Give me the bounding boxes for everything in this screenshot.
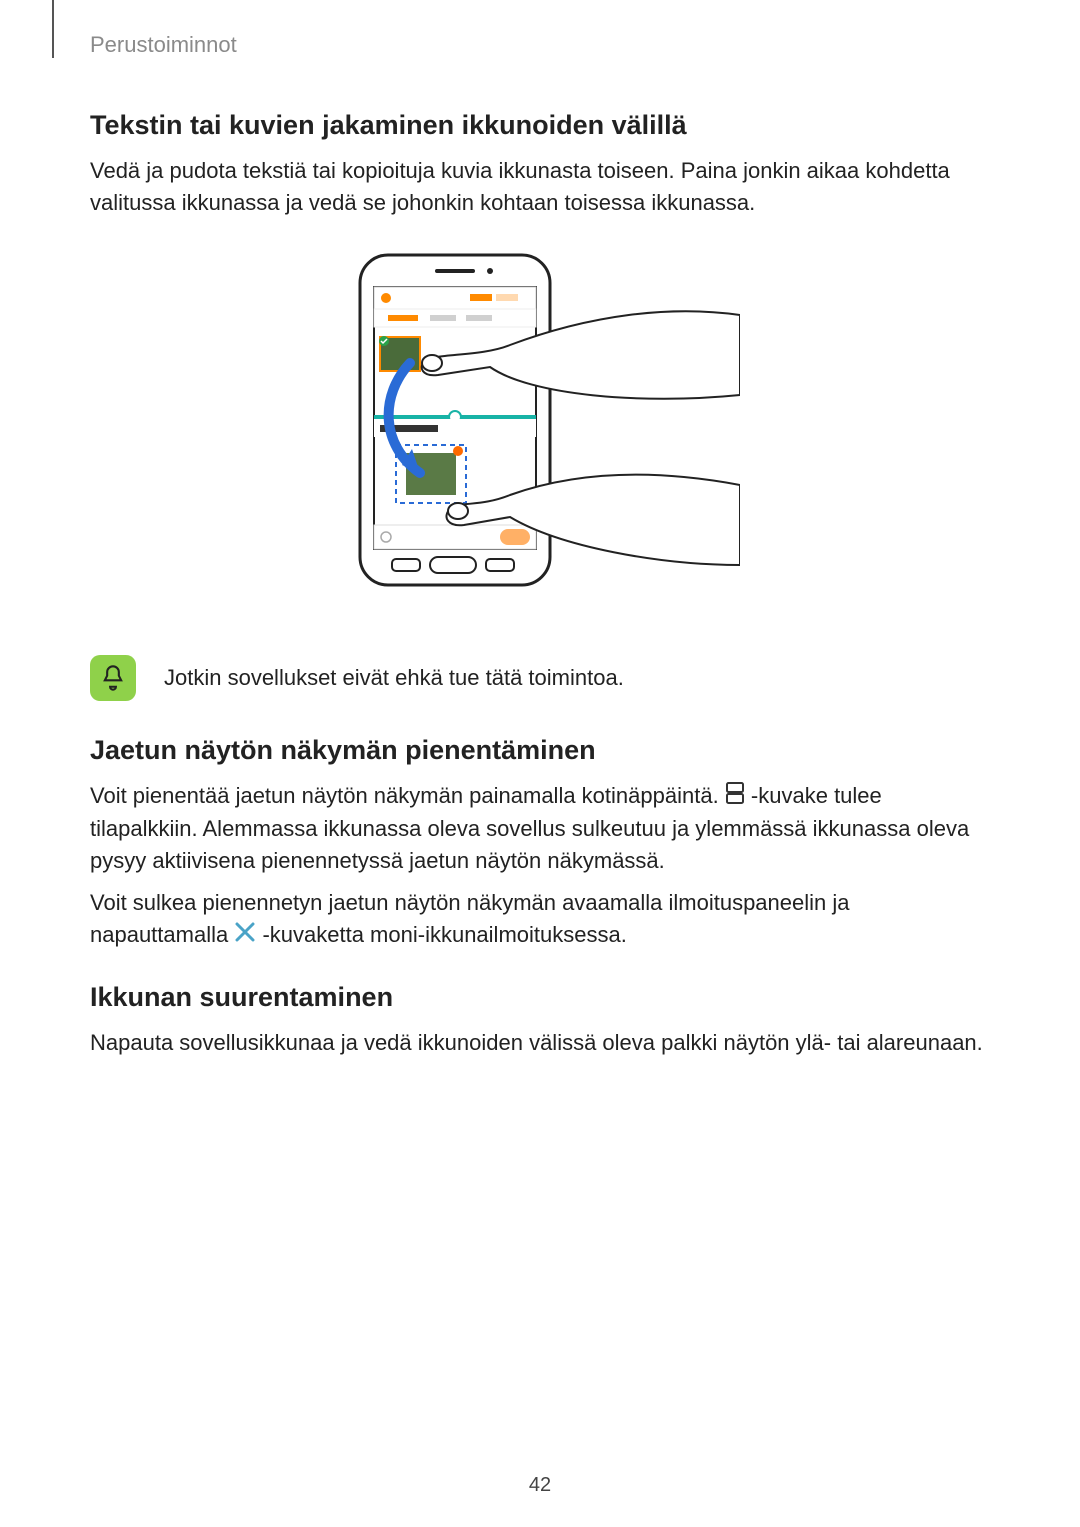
section2-para2: Voit sulkea pienennetyn jaetun näytön nä…: [90, 887, 990, 952]
drag-drop-illustration: [340, 245, 740, 615]
section3-para: Napauta sovellusikkunaa ja vedä ikkunoid…: [90, 1027, 990, 1059]
section2-para2b: -kuvaketta moni-ikkunailmoituksessa.: [262, 922, 626, 947]
section1-para: Vedä ja pudota tekstiä tai kopioituja ku…: [90, 155, 990, 219]
bell-icon: [90, 655, 136, 701]
page-number: 42: [0, 1474, 1080, 1497]
header-rule: [52, 0, 54, 58]
section3-heading: Ikkunan suurentaminen: [90, 982, 990, 1013]
section2-para1: Voit pienentää jaetun näytön näkymän pai…: [90, 780, 990, 877]
page-content: Tekstin tai kuvien jakaminen ikkunoiden …: [90, 110, 990, 1059]
page: Perustoiminnot Tekstin tai kuvien jakami…: [0, 0, 1080, 1527]
section2-heading: Jaetun näytön näkymän pienentäminen: [90, 735, 990, 766]
note-text: Jotkin sovellukset eivät ehkä tue tätä t…: [164, 665, 624, 691]
section1-heading: Tekstin tai kuvien jakaminen ikkunoiden …: [90, 110, 990, 141]
split-screen-icon: [725, 781, 745, 813]
running-header: Perustoiminnot: [90, 32, 237, 58]
illustration-wrap: [90, 245, 990, 615]
section2-para1a: Voit pienentää jaetun näytön näkymän pai…: [90, 783, 725, 808]
close-x-icon: [234, 920, 256, 952]
note-block: Jotkin sovellukset eivät ehkä tue tätä t…: [90, 655, 990, 701]
